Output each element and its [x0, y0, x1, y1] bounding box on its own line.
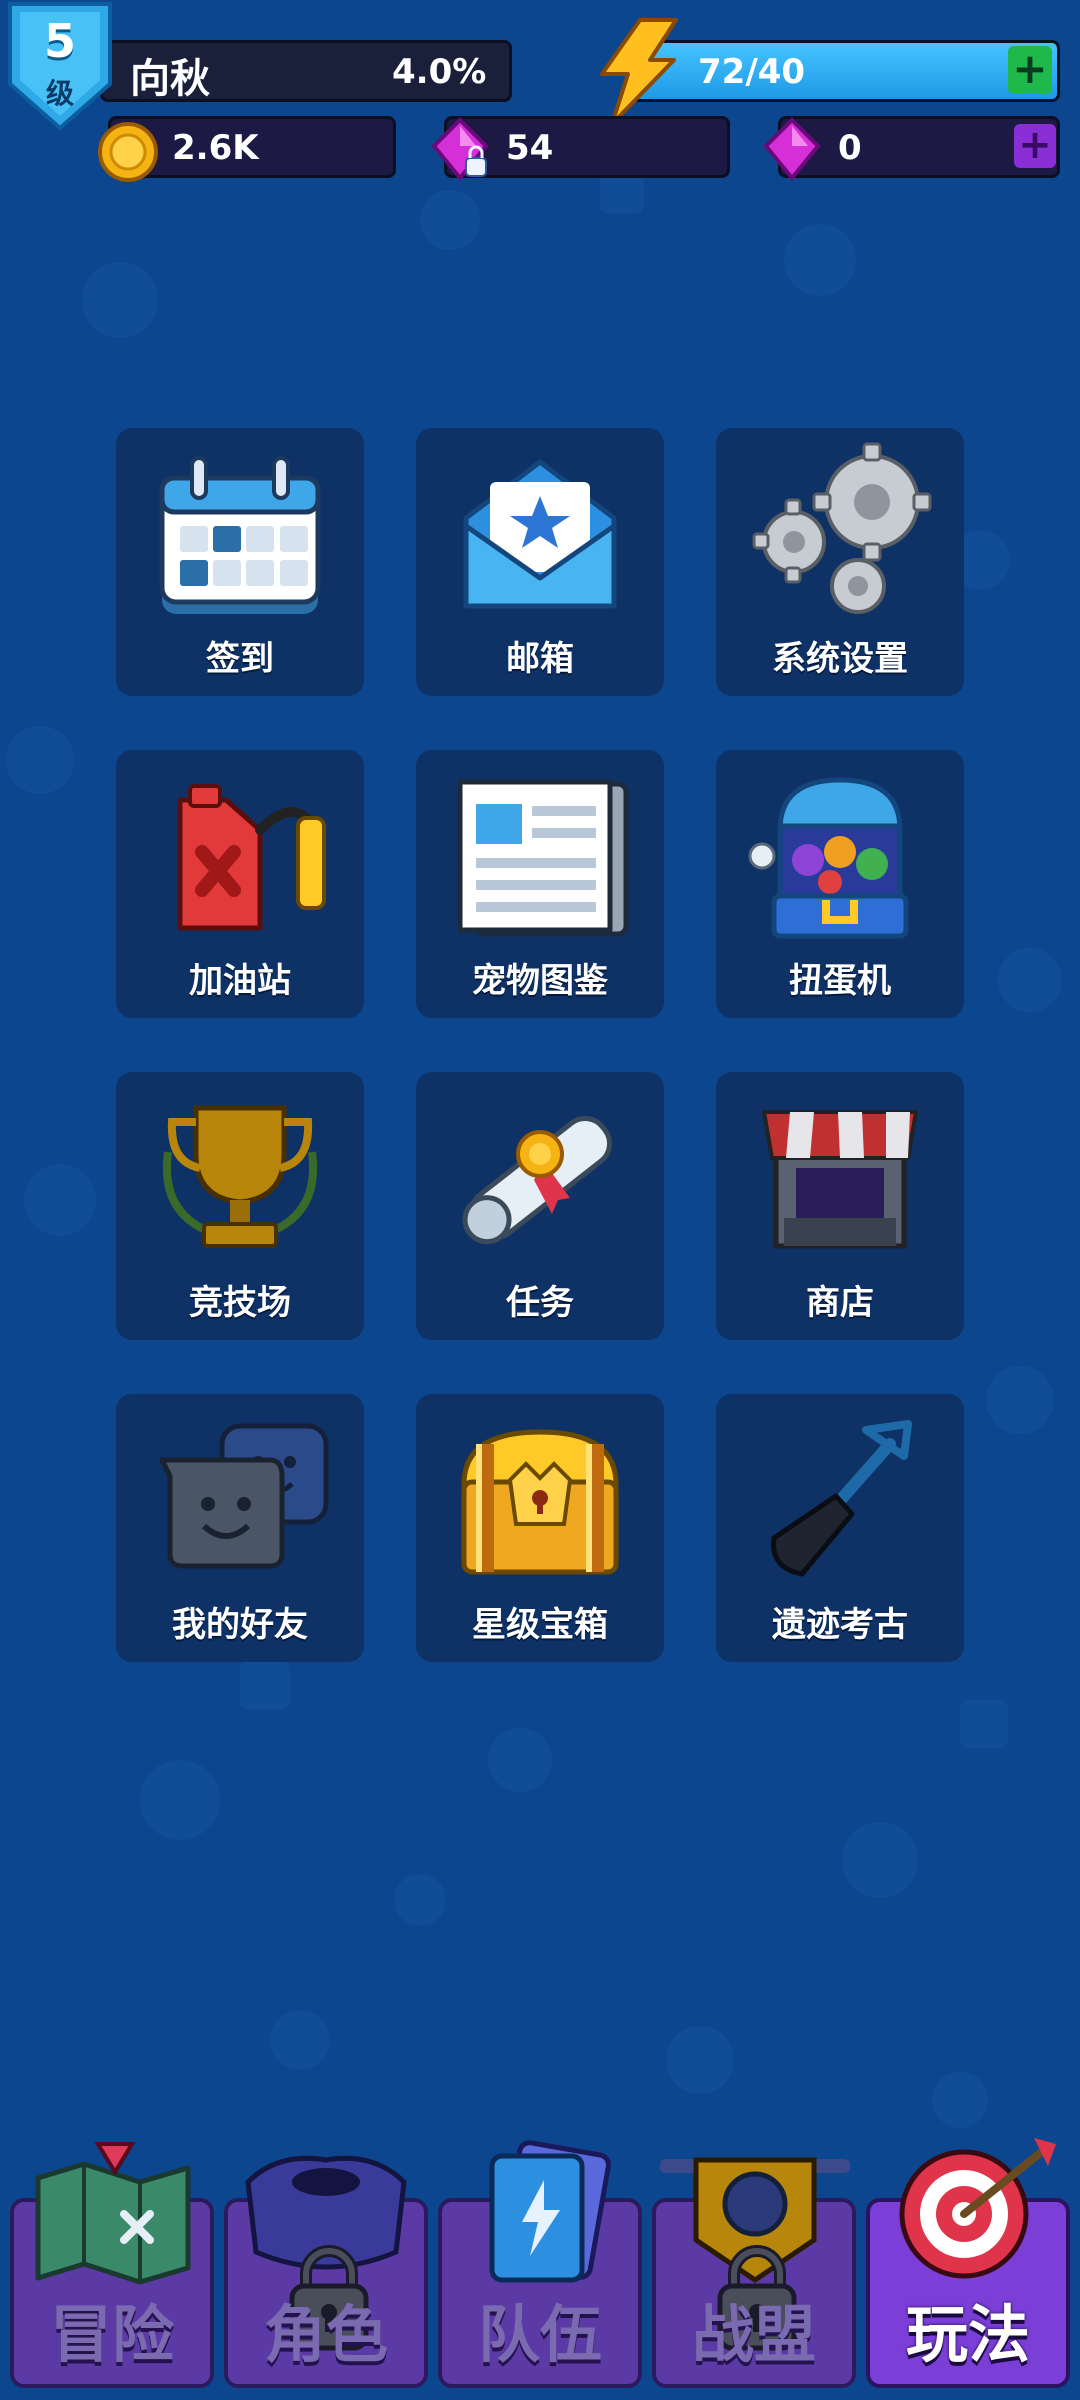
player-level-unit: 级 — [45, 77, 74, 110]
cards-icon — [489, 2140, 611, 2283]
nav-tab-gameplay[interactable]: 玩法 — [866, 2138, 1070, 2388]
menu-item-gacha[interactable]: 扭蛋机 — [716, 750, 964, 1018]
gem-icon — [763, 117, 821, 182]
menu-item-label: 签到 — [206, 639, 274, 679]
add-gems-button[interactable]: + — [1014, 124, 1056, 168]
menu-item-archaeology[interactable]: 遗迹考古 — [716, 1394, 964, 1662]
menu-item-pet-codex[interactable]: 宠物图鉴 — [416, 750, 664, 1018]
nav-tab-label: 角色 — [263, 2298, 388, 2371]
coins-value: 2.6K — [172, 128, 259, 168]
shovel-icon — [771, 1420, 912, 1577]
menu-item-label: 扭蛋机 — [789, 961, 891, 1001]
add-energy-button[interactable]: + — [1008, 46, 1052, 94]
treasure-chest-icon — [461, 1429, 619, 1575]
nav-tab-team[interactable]: 队伍 — [438, 2140, 642, 2388]
energy-fill — [633, 43, 1057, 99]
nav-tab-label: 冒险 — [49, 2298, 174, 2371]
player-exp-progress: 4.0% — [392, 52, 487, 92]
lightning-bolt-icon — [600, 18, 678, 126]
player-level: 5 — [43, 14, 76, 68]
mail-icon — [463, 459, 617, 609]
gold-coin-icon — [98, 122, 158, 182]
nav-tab-label: 玩法 — [905, 2298, 1030, 2371]
nav-tab-adventure[interactable]: 冒险 — [10, 2142, 214, 2388]
friends-chat-icon — [159, 1423, 329, 1569]
menu-item-shop[interactable]: 商店 — [716, 1072, 964, 1340]
energy-bar[interactable] — [630, 40, 1060, 102]
nav-tab-alliance[interactable]: 战盟 — [652, 2157, 856, 2388]
newspaper-icon — [457, 779, 629, 937]
gems-value: 0 — [838, 128, 862, 168]
menu-item-label: 竞技场 — [189, 1283, 291, 1323]
menu-item-friends[interactable]: 我的好友 — [116, 1394, 364, 1662]
menu-item-sign-in[interactable]: 签到 — [116, 428, 364, 696]
locked-gems-value: 54 — [506, 128, 554, 168]
menu-item-label: 我的好友 — [172, 1605, 308, 1645]
menu-item-label: 任务 — [506, 1283, 574, 1323]
menu-item-label: 宠物图鉴 — [472, 961, 608, 1001]
menu-item-settings[interactable]: 系统设置 — [716, 428, 964, 696]
calendar-icon — [159, 456, 321, 614]
energy-value: 72/40 — [698, 52, 806, 92]
menu-item-label: 加油站 — [189, 961, 291, 1001]
trophy-icon — [163, 1105, 317, 1248]
menu-item-label: 邮箱 — [506, 639, 574, 679]
gacha-machine-icon — [748, 777, 909, 939]
target-icon — [899, 2138, 1056, 2279]
menu-item-gas-station[interactable]: 加油站 — [116, 750, 364, 1018]
fuel-can-icon — [177, 784, 326, 931]
menu-item-label: 星级宝箱 — [472, 1605, 608, 1645]
nav-tab-label: 战盟 — [691, 2298, 816, 2371]
map-icon — [35, 2142, 191, 2285]
menu-item-quests[interactable]: 任务 — [416, 1072, 664, 1340]
menu-item-label: 遗迹考古 — [772, 1605, 908, 1645]
menu-item-label: 商店 — [806, 1283, 874, 1323]
gears-icon — [752, 442, 932, 614]
nav-tab-label: 队伍 — [477, 2298, 602, 2371]
player-name: 向秋 — [130, 56, 210, 102]
shop-icon — [761, 1110, 919, 1249]
level-badge[interactable]: 5 级 — [4, 0, 116, 132]
nav-tab-character[interactable]: 角色 — [224, 2155, 428, 2388]
locked-gem-icon — [431, 117, 489, 182]
menu-item-arena[interactable]: 竞技场 — [116, 1072, 364, 1340]
scroll-icon — [462, 1116, 613, 1245]
menu-item-label: 系统设置 — [772, 639, 908, 679]
menu-item-star-chest[interactable]: 星级宝箱 — [416, 1394, 664, 1662]
menu-item-mailbox[interactable]: 邮箱 — [416, 428, 664, 696]
